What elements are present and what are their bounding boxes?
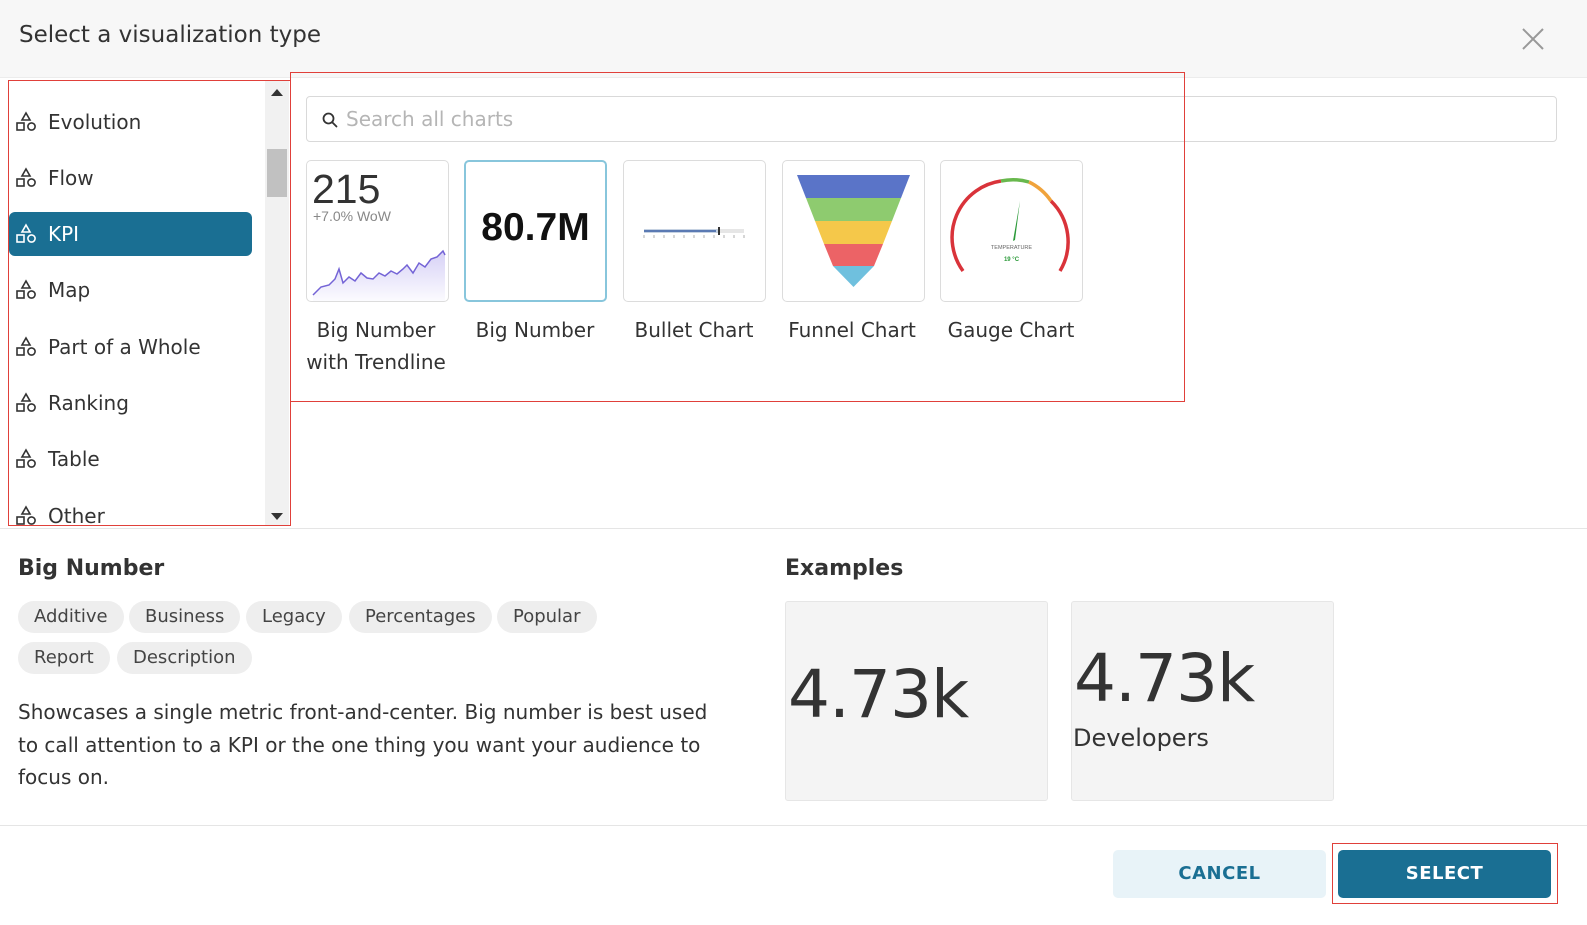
sidebar-item-label: Other [48,504,105,526]
sidebar-item-flow[interactable]: Flow [9,156,252,200]
tag[interactable]: Percentages [349,601,492,633]
sidebar-item-label: Map [48,278,91,302]
example-value: 4.73k [788,656,969,733]
sidebar-item-part-of-a-whole[interactable]: Part of a Whole [9,325,252,369]
tag[interactable]: Legacy [246,601,342,633]
category-shapes-icon [16,223,36,243]
modal-title: Select a visualization type [19,22,322,48]
close-icon[interactable] [1518,24,1548,54]
category-shapes-icon [16,392,36,412]
sidebar-item-label: Flow [48,166,94,190]
category-sidebar: Evolution Flow KPI Map Part of a Whole R… [8,80,291,526]
sidebar-item-evolution[interactable]: Evolution [9,100,252,144]
tag[interactable]: Popular [497,601,597,633]
example-card[interactable]: 4.73k Developers [1071,601,1334,801]
tag[interactable]: Business [129,601,241,633]
category-shapes-icon [16,167,36,187]
sidebar-item-label: Ranking [48,391,129,415]
selected-chart-title: Big Number [18,556,165,581]
tag[interactable]: Additive [18,601,124,633]
divider [0,528,1587,529]
sidebar-item-kpi[interactable]: KPI [9,212,252,256]
modal-header: Select a visualization type [0,0,1587,78]
example-subheader: Developers [1073,724,1209,752]
examples-title: Examples [785,556,904,581]
example-value: 4.73k [1074,640,1255,717]
category-shapes-icon [16,111,36,131]
cancel-button[interactable]: CANCEL [1113,850,1326,898]
sidebar-item-label: Part of a Whole [48,335,201,359]
sidebar-item-label: Evolution [48,110,142,134]
sidebar-item-ranking[interactable]: Ranking [9,381,252,425]
chart-description: Showcases a single metric front-and-cent… [18,700,708,789]
category-list: Evolution Flow KPI Map Part of a Whole R… [9,81,264,526]
scrollbar-thumb[interactable] [267,149,287,197]
sidebar-item-map[interactable]: Map [9,268,252,312]
sidebar-item-label: KPI [48,222,80,246]
sidebar-item-label: Table [48,447,100,471]
tag[interactable]: Report [18,642,110,674]
category-shapes-icon [16,448,36,468]
chart-gallery-highlight [290,72,1185,402]
category-shapes-icon [16,336,36,356]
sidebar-item-other[interactable]: Other [9,494,252,526]
select-button-highlight [1332,843,1558,904]
scroll-up-arrow-icon[interactable] [271,89,283,96]
example-card[interactable]: 4.73k [785,601,1048,801]
sidebar-item-table[interactable]: Table [9,437,252,481]
tag[interactable]: Description [117,642,252,674]
divider [0,825,1587,826]
scroll-down-arrow-icon[interactable] [271,513,283,520]
category-shapes-icon [16,279,36,299]
category-shapes-icon [16,505,36,525]
sidebar-scrollbar[interactable] [265,81,289,525]
